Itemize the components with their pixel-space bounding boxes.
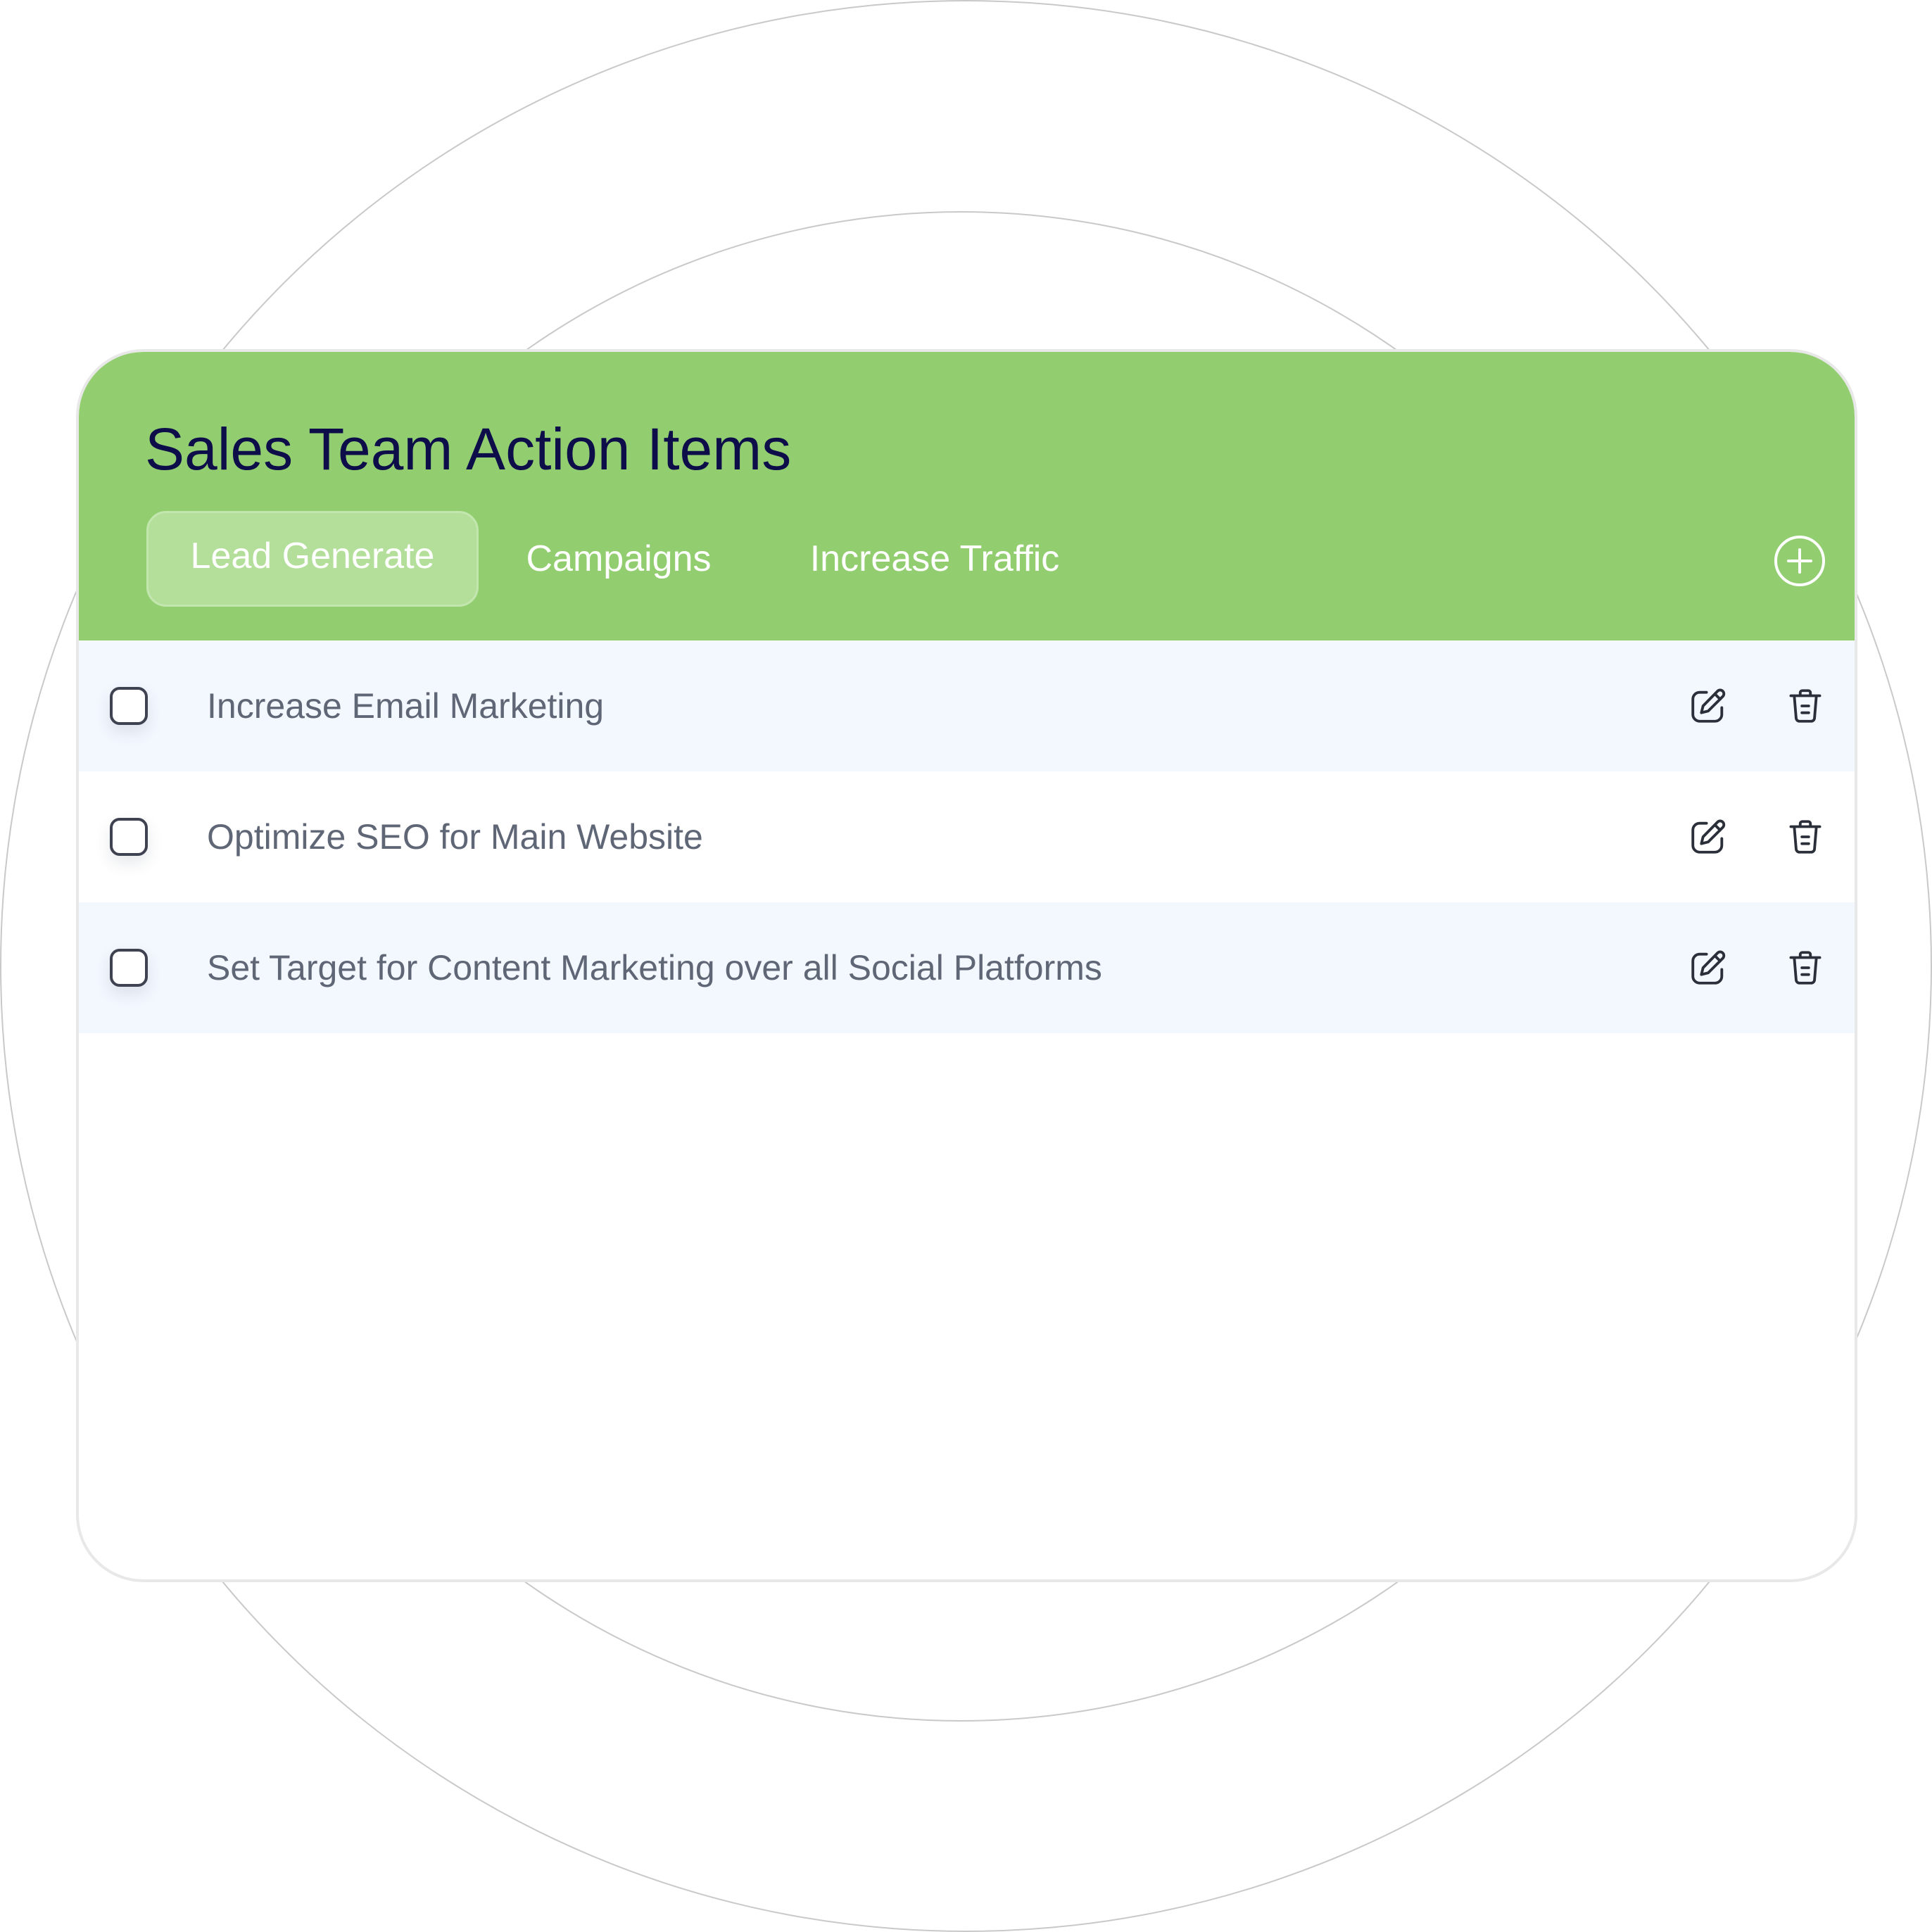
task-label: Set Target for Content Marketing over al… — [207, 948, 1102, 987]
task-checkbox[interactable] — [110, 687, 148, 725]
task-checkbox[interactable] — [110, 949, 148, 987]
page-title: Sales Team Action Items — [145, 416, 792, 482]
task-list: Increase Email Marketing Optimize SEO fo… — [79, 640, 1855, 1033]
tab-campaigns[interactable]: Campaigns — [510, 511, 728, 607]
plus-circle-icon — [1774, 536, 1825, 586]
card-header: Sales Team Action Items Lead Generate Ca… — [79, 352, 1855, 640]
trash-icon — [1789, 689, 1821, 723]
action-items-card: Sales Team Action Items Lead Generate Ca… — [76, 349, 1857, 1582]
delete-button[interactable] — [1785, 686, 1826, 726]
delete-button[interactable] — [1785, 816, 1826, 857]
edit-button[interactable] — [1688, 686, 1729, 726]
trash-icon — [1789, 951, 1821, 985]
tab-lead-generate[interactable]: Lead Generate — [146, 511, 479, 607]
task-checkbox[interactable] — [110, 818, 148, 856]
delete-button[interactable] — [1785, 947, 1826, 988]
edit-icon — [1691, 950, 1726, 985]
task-row: Optimize SEO for Main Website — [79, 771, 1855, 902]
task-label: Increase Email Marketing — [207, 686, 605, 726]
add-tab-button[interactable] — [1773, 534, 1826, 588]
task-row: Increase Email Marketing — [79, 640, 1855, 771]
tab-increase-traffic[interactable]: Increase Traffic — [794, 511, 1075, 607]
task-row: Set Target for Content Marketing over al… — [79, 902, 1855, 1033]
trash-icon — [1789, 820, 1821, 854]
task-label: Optimize SEO for Main Website — [207, 817, 703, 857]
edit-button[interactable] — [1688, 947, 1729, 988]
edit-icon — [1691, 688, 1726, 723]
edit-button[interactable] — [1688, 816, 1729, 857]
edit-icon — [1691, 819, 1726, 854]
